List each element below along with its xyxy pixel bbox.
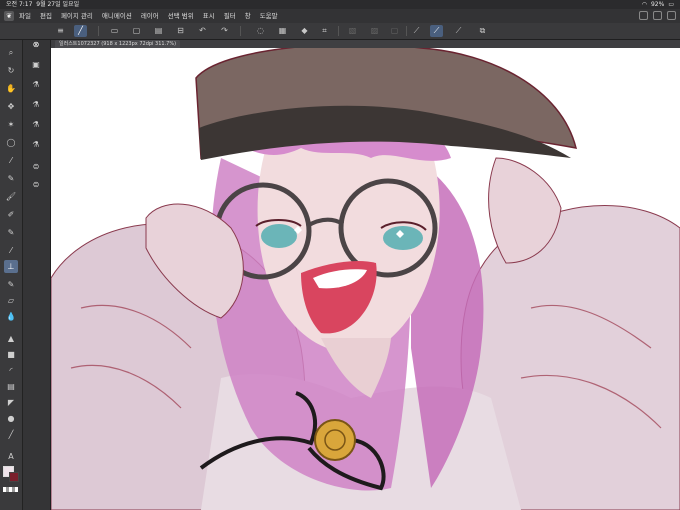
document-tab-bar: 일러스트1072327 (918 x 1223px 72dpi 311.7%) [51, 40, 680, 48]
sub-tool-brush-icon[interactable]: ⚗ [29, 98, 43, 111]
menu-icon[interactable]: ≡ [54, 25, 67, 37]
menu-selection[interactable]: 선택 범위 [168, 9, 194, 23]
rotate-icon[interactable]: ↻ [4, 64, 18, 77]
decoration-alt-icon[interactable]: ● [4, 412, 18, 425]
ruler-tool-icon[interactable]: ╱ [4, 428, 18, 441]
window-controls [639, 11, 676, 20]
magic-wand-icon[interactable]: ✶ [4, 118, 18, 131]
gradient-icon[interactable]: ⁄ [4, 244, 18, 257]
menu-window[interactable]: 창 [245, 9, 251, 23]
sub-tool-pen-icon[interactable]: ▣ [29, 58, 43, 71]
illustration [51, 48, 680, 510]
menu-file[interactable]: 파일 [19, 9, 31, 23]
status-time: 오전 7:17 9월 27일 일요일 [6, 1, 80, 8]
undo-icon[interactable]: ↶ [196, 25, 209, 37]
fill-tool-icon[interactable]: ⊥ [4, 260, 18, 273]
lasso-select-icon[interactable]: ◯ [4, 136, 18, 149]
text-icon[interactable]: A [4, 450, 18, 463]
app-logo-icon[interactable]: ❦ [4, 11, 14, 21]
frame-border-icon[interactable]: ▲ [4, 332, 18, 345]
brush-settings-icon[interactable]: ╱ [74, 25, 87, 37]
menu-view[interactable]: 표시 [203, 9, 215, 23]
sub-tool-layer-icon[interactable]: ⊜ [29, 160, 43, 173]
lasso-icon[interactable]: ◌ [254, 25, 267, 37]
sub-tool-ink-icon[interactable]: ⚗ [29, 138, 43, 151]
toolbar-divider [406, 26, 407, 36]
menu-animation[interactable]: 애니메이션 [102, 9, 132, 23]
pen-active-icon[interactable]: ⟋ [430, 25, 443, 37]
status-bar: 오전 7:17 9월 27일 일요일 ◠ 92% ▭ [0, 0, 680, 9]
close-icon[interactable]: ⊗ [29, 38, 43, 51]
pen-icon[interactable]: ✎ [4, 172, 18, 185]
drawing-canvas[interactable] [51, 48, 680, 510]
menu-layer[interactable]: 레이어 [141, 9, 159, 23]
move-icon[interactable]: ✥ [4, 100, 18, 113]
zoom-icon[interactable]: ⌕ [4, 46, 18, 59]
save-icon[interactable]: ▤ [152, 25, 165, 37]
sub-tool-marker-icon[interactable]: ⚗ [29, 78, 43, 91]
open-icon[interactable]: ▢ [130, 25, 143, 37]
redo-icon[interactable]: ↷ [218, 25, 231, 37]
settings-icon[interactable] [667, 11, 676, 20]
figure-icon[interactable]: ✎ [4, 278, 18, 291]
pencil-icon[interactable]: ⟋ [452, 25, 465, 37]
brush-icon[interactable]: 🖌 [4, 190, 18, 203]
blend-icon[interactable]: ✎ [4, 226, 18, 239]
frame-icon[interactable]: ▨ [368, 25, 381, 37]
menu-filter[interactable]: 필터 [224, 9, 236, 23]
eyedropper-icon[interactable]: ⁄ [4, 154, 18, 167]
battery-level: 92% [650, 1, 665, 8]
correct-icon[interactable]: ▤ [4, 380, 18, 393]
sub-color-swatch[interactable] [9, 472, 19, 482]
tool-palette: ⌕ ↻ ✋ ✥ ✶ ◯ ⁄ ✎ 🖌 ✐ ✎ ⁄ ⊥ ✎ ▱ 💧 ▲ ■ ◜ ▤ … [0, 40, 23, 510]
sub-tool-palette: ⊗ ▣ ⚗ ⚗ ⚗ ⚗ ⊜ ⊜ [23, 40, 51, 510]
menu-help[interactable]: 도움말 [260, 9, 278, 23]
toolbar-divider [240, 26, 241, 36]
menu-page-management[interactable]: 페이지 관리 [61, 9, 93, 23]
deselect-icon[interactable]: ◆ [298, 25, 311, 37]
sub-tool-stack-icon[interactable]: ⊜ [29, 178, 43, 191]
menu-bar: ❦ 파일 편집 페이지 관리 애니메이션 레이어 선택 범위 표시 필터 창 도… [0, 9, 680, 23]
ruler-icon[interactable]: ⟋ [410, 25, 423, 37]
command-bar: ≡ ╱ ▭ ▢ ▤ ⊟ ↶ ↷ ◌ ▦ ◆ ⌗ ▧ ▨ ▢ ⟋ ⟋ ⟋ ⧉ [0, 23, 680, 40]
hand-icon[interactable]: ✋ [4, 82, 18, 95]
fill-bucket-icon[interactable]: ▢ [388, 25, 401, 37]
print-icon[interactable]: ⊟ [174, 25, 187, 37]
transparent-color-swatch[interactable] [3, 487, 18, 492]
layout-icon[interactable] [639, 11, 648, 20]
sub-tool-pencil-icon[interactable]: ⚗ [29, 118, 43, 131]
wifi-icon: ◠ [641, 1, 647, 8]
battery-icon: ▭ [668, 1, 674, 8]
grid-icon[interactable]: ▧ [346, 25, 359, 37]
decoration-icon[interactable]: ◤ [4, 396, 18, 409]
transform-icon[interactable]: ⌗ [318, 25, 331, 37]
fullscreen-icon[interactable] [653, 11, 662, 20]
menu-edit[interactable]: 편집 [40, 9, 52, 23]
airbrush-icon[interactable]: ✐ [4, 208, 18, 221]
balloon-icon[interactable]: ■ [4, 348, 18, 361]
status-right: ◠ 92% ▭ [642, 0, 674, 9]
eraser-ruler-icon[interactable]: ⧉ [476, 25, 489, 37]
new-icon[interactable]: ▭ [108, 25, 121, 37]
toolbar-divider [338, 26, 339, 36]
select-all-icon[interactable]: ▦ [276, 25, 289, 37]
smudge-icon[interactable]: 💧 [4, 310, 18, 323]
eraser-icon[interactable]: ▱ [4, 294, 18, 307]
line-icon[interactable]: ◜ [4, 364, 18, 377]
toolbar-divider [98, 26, 99, 36]
document-tab[interactable]: 일러스트1072327 (918 x 1223px 72dpi 311.7%) [55, 40, 181, 48]
